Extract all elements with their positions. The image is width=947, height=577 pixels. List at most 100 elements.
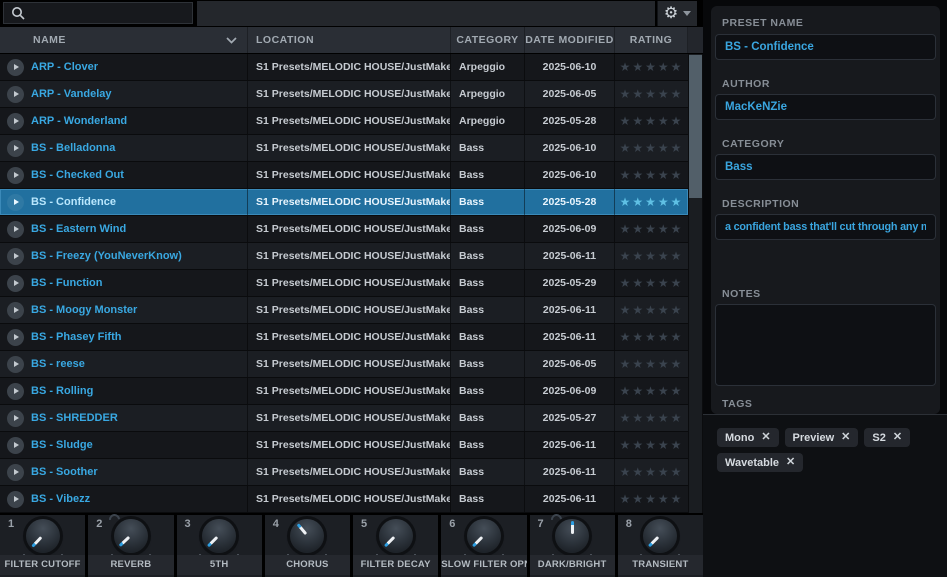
rating-stars-icon: ★★★★★ (620, 250, 684, 262)
preset-location-cell: S1 Presets/MELODIC HOUSE/JustMakeMu (248, 135, 451, 161)
preset-rating-cell[interactable]: ★★★★★ (615, 81, 688, 107)
play-preset-button[interactable] (7, 140, 24, 157)
knob-pointer-icon (297, 524, 308, 536)
table-row[interactable]: BS - Phasey FifthS1 Presets/MELODIC HOUS… (0, 324, 688, 351)
play-preset-button[interactable] (7, 221, 24, 238)
tag-chip[interactable]: S2✕ (864, 428, 910, 447)
macro-knob[interactable] (114, 519, 148, 553)
preset-rating-cell[interactable]: ★★★★★ (615, 135, 688, 161)
table-row[interactable]: BS - SludgeS1 Presets/MELODIC HOUSE/Just… (0, 432, 688, 459)
macro-knob[interactable] (26, 519, 60, 553)
tag-chip[interactable]: Preview✕ (785, 428, 859, 447)
column-header-date-modified[interactable]: DATE MODIFIED (525, 27, 615, 53)
table-row[interactable]: BS - FunctionS1 Presets/MELODIC HOUSE/Ju… (0, 270, 688, 297)
preset-name-field[interactable] (715, 34, 936, 60)
preset-rating-cell[interactable]: ★★★★★ (615, 270, 688, 296)
macro-knob[interactable] (555, 519, 589, 553)
macro-knob[interactable] (467, 519, 501, 553)
play-preset-button[interactable] (7, 275, 24, 292)
macro-knob[interactable] (379, 519, 413, 553)
knob-pointer-wrap (195, 512, 243, 560)
scrollbar-thumb[interactable] (689, 55, 702, 198)
column-header-location[interactable]: LOCATION (248, 27, 451, 53)
table-row[interactable]: BS - RollingS1 Presets/MELODIC HOUSE/Jus… (0, 378, 688, 405)
description-field[interactable] (715, 214, 936, 240)
macro-knob[interactable] (202, 519, 236, 553)
secondary-search-input[interactable] (197, 1, 655, 26)
table-row[interactable]: BS - Freezy (YouNeverKnow)S1 Presets/MEL… (0, 243, 688, 270)
preset-date-modified-cell: 2025-05-28 (525, 189, 615, 215)
play-preset-button[interactable] (7, 248, 24, 265)
table-row[interactable]: BS - Moogy MonsterS1 Presets/MELODIC HOU… (0, 297, 688, 324)
remove-tag-icon[interactable]: ✕ (893, 432, 902, 443)
preset-date-modified-cell: 2025-05-29 (525, 270, 615, 296)
table-row[interactable]: BS - SootherS1 Presets/MELODIC HOUSE/Jus… (0, 459, 688, 486)
preset-rating-cell[interactable]: ★★★★★ (615, 189, 688, 215)
table-row[interactable]: BS - SHREDDERS1 Presets/MELODIC HOUSE/Ju… (0, 405, 688, 432)
preset-name-cell: ARP - Wonderland (31, 108, 248, 134)
remove-tag-icon[interactable]: ✕ (761, 432, 770, 443)
macro-knob[interactable] (643, 519, 677, 553)
column-header-category[interactable]: CATEGORY (451, 27, 525, 53)
preset-rating-cell[interactable]: ★★★★★ (615, 378, 688, 404)
preset-rating-cell[interactable]: ★★★★★ (615, 297, 688, 323)
remove-tag-icon[interactable]: ✕ (786, 457, 795, 468)
tag-chip[interactable]: Mono✕ (717, 428, 779, 447)
play-preset-button[interactable] (7, 194, 24, 211)
play-preset-button[interactable] (7, 356, 24, 373)
column-header-rating[interactable]: RATING (615, 27, 688, 53)
play-icon (14, 145, 19, 151)
search-box[interactable] (3, 2, 193, 24)
knob-pointer-wrap (636, 512, 684, 560)
table-row[interactable]: BS - reeseS1 Presets/MELODIC HOUSE/JustM… (0, 351, 688, 378)
play-preset-button[interactable] (7, 59, 24, 76)
list-scrollbar[interactable] (689, 54, 702, 513)
play-preset-button[interactable] (7, 329, 24, 346)
preset-rating-cell[interactable]: ★★★★★ (615, 216, 688, 242)
notes-field[interactable] (715, 304, 936, 386)
preset-rating-cell[interactable]: ★★★★★ (615, 162, 688, 188)
remove-tag-icon[interactable]: ✕ (841, 432, 850, 443)
table-row[interactable]: BS - Eastern WindS1 Presets/MELODIC HOUS… (0, 216, 688, 243)
category-field[interactable] (715, 154, 936, 180)
preset-rating-cell[interactable]: ★★★★★ (615, 486, 688, 512)
macro-knob[interactable] (290, 519, 324, 553)
secondary-search-box[interactable] (197, 1, 655, 26)
column-header-name[interactable]: NAME (0, 27, 248, 53)
preset-rating-cell[interactable]: ★★★★★ (615, 432, 688, 458)
preset-date-modified-cell: 2025-05-28 (525, 108, 615, 134)
author-field[interactable] (715, 94, 936, 120)
preset-rating-cell[interactable]: ★★★★★ (615, 324, 688, 350)
table-row[interactable]: ARP - WonderlandS1 Presets/MELODIC HOUSE… (0, 108, 688, 135)
preset-category-cell: Arpeggio (451, 81, 525, 107)
preset-rating-cell[interactable]: ★★★★★ (615, 243, 688, 269)
preset-rating-cell[interactable]: ★★★★★ (615, 54, 688, 80)
preset-date-modified-cell: 2025-06-09 (525, 378, 615, 404)
preset-rating-cell[interactable]: ★★★★★ (615, 405, 688, 431)
knob-pointer-icon (207, 536, 218, 547)
play-preset-button[interactable] (7, 167, 24, 184)
preset-rating-cell[interactable]: ★★★★★ (615, 108, 688, 134)
preset-list: ARP - CloverS1 Presets/MELODIC HOUSE/Jus… (0, 54, 688, 513)
table-row[interactable]: BS - VibezzS1 Presets/MELODIC HOUSE/Just… (0, 486, 688, 513)
preset-date-modified-cell: 2025-06-11 (525, 324, 615, 350)
table-row[interactable]: BS - ConfidenceS1 Presets/MELODIC HOUSE/… (0, 189, 688, 216)
play-preset-button[interactable] (7, 437, 24, 454)
play-preset-button[interactable] (7, 410, 24, 427)
settings-button[interactable]: ⚙ (657, 1, 697, 26)
table-row[interactable]: ARP - VandelayS1 Presets/MELODIC HOUSE/J… (0, 81, 688, 108)
play-preset-button[interactable] (7, 491, 24, 508)
preset-rating-cell[interactable]: ★★★★★ (615, 459, 688, 485)
play-preset-button[interactable] (7, 383, 24, 400)
table-row[interactable]: ARP - CloverS1 Presets/MELODIC HOUSE/Jus… (0, 54, 688, 81)
search-input[interactable] (31, 7, 192, 19)
play-preset-button[interactable] (7, 86, 24, 103)
table-row[interactable]: BS - Checked OutS1 Presets/MELODIC HOUSE… (0, 162, 688, 189)
preset-rating-cell[interactable]: ★★★★★ (615, 351, 688, 377)
play-preset-button[interactable] (7, 113, 24, 130)
table-row[interactable]: BS - BelladonnaS1 Presets/MELODIC HOUSE/… (0, 135, 688, 162)
tag-chip[interactable]: Wavetable✕ (717, 453, 803, 472)
play-cell (0, 216, 31, 242)
play-preset-button[interactable] (7, 464, 24, 481)
play-preset-button[interactable] (7, 302, 24, 319)
